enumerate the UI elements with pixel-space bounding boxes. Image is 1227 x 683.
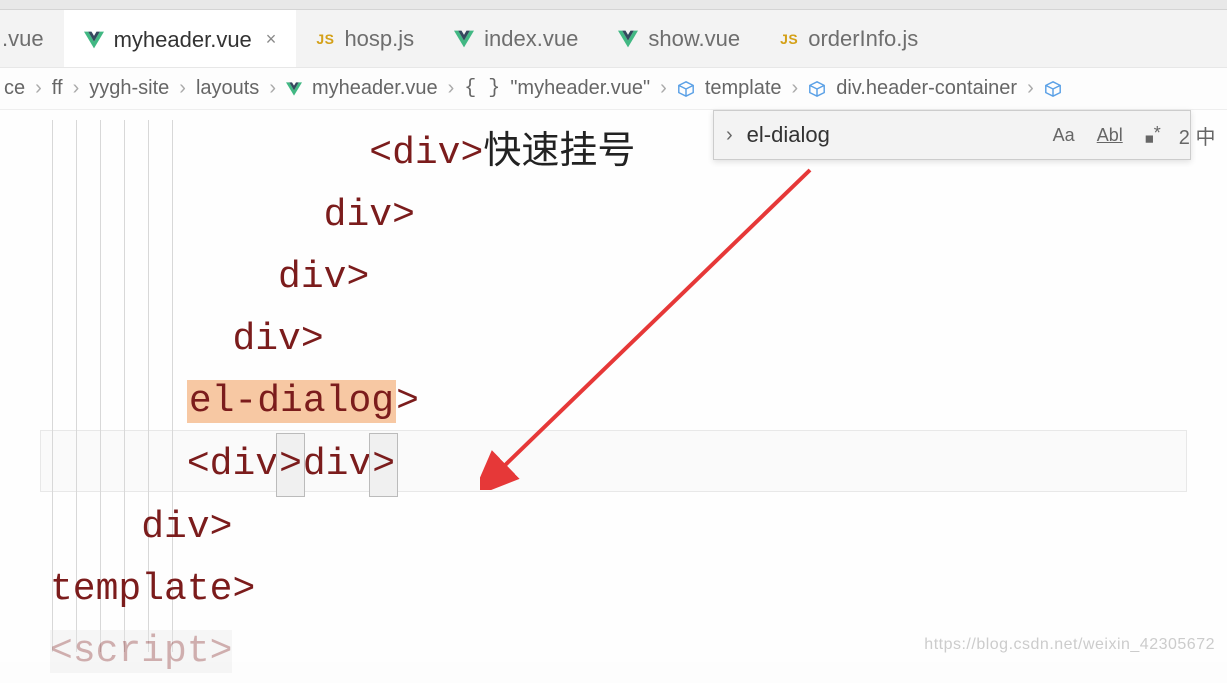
tab-orderinfo[interactable]: JS orderInfo.js — [760, 10, 938, 67]
chevron-right-icon: › — [73, 77, 80, 100]
code-line[interactable]: div> — [50, 497, 635, 559]
breadcrumb-item[interactable]: "myheader.vue" — [510, 77, 650, 100]
breadcrumb-item[interactable]: ce — [4, 77, 25, 100]
tab-label: index.vue — [484, 26, 578, 52]
breadcrumb-item[interactable]: template — [705, 77, 782, 100]
tab-vue-partial[interactable]: .vue — [0, 10, 64, 67]
chevron-right-icon: › — [35, 77, 42, 100]
match-word-button[interactable]: Abl — [1093, 123, 1127, 148]
code-line[interactable]: div> — [50, 185, 635, 247]
chevron-right-icon: › — [179, 77, 186, 100]
close-icon[interactable]: × — [266, 29, 277, 50]
chevron-right-icon: › — [792, 77, 799, 100]
find-results-count: 2 中 — [1179, 121, 1216, 150]
cube-icon — [677, 80, 695, 98]
tab-label: show.vue — [648, 26, 740, 52]
tab-label: myheader.vue — [114, 27, 252, 53]
code-line[interactable]: div> — [50, 309, 635, 371]
regex-button[interactable]: ■* — [1141, 121, 1165, 150]
cube-icon — [1044, 80, 1062, 98]
breadcrumb-item[interactable]: yygh-site — [89, 77, 169, 100]
vue-icon — [618, 30, 638, 48]
code-line[interactable]: <div>快速挂号 — [50, 120, 635, 185]
tab-label: .vue — [2, 26, 44, 52]
tab-myheader[interactable]: myheader.vue × — [64, 10, 297, 67]
vue-icon — [286, 82, 302, 96]
tab-hosp[interactable]: JS hosp.js — [296, 10, 434, 67]
breadcrumb-item[interactable]: ff — [52, 77, 63, 100]
code-content[interactable]: <div>快速挂号 div> div> div> el-dialog> <div… — [50, 120, 635, 683]
breadcrumb: ce › ff › yygh-site › layouts › myheader… — [0, 68, 1227, 110]
breadcrumb-item[interactable]: myheader.vue — [312, 77, 438, 100]
cube-icon — [808, 80, 826, 98]
watermark: https://blog.csdn.net/weixin_42305672 — [924, 636, 1215, 654]
code-line[interactable]: el-dialog> — [50, 371, 635, 433]
editor[interactable]: <div>快速挂号 div> div> div> el-dialog> <div… — [0, 110, 1227, 662]
code-line[interactable]: template> — [50, 559, 635, 621]
chevron-right-icon: › — [448, 77, 455, 100]
match-case-button[interactable]: Aa — [1049, 123, 1079, 148]
breadcrumb-item[interactable]: div.header-container — [836, 77, 1017, 100]
tab-index[interactable]: index.vue — [434, 10, 598, 67]
chevron-right-icon: › — [660, 77, 667, 100]
code-line[interactable]: div> — [50, 247, 635, 309]
title-bar — [0, 0, 1227, 10]
vue-icon — [454, 30, 474, 48]
tab-show[interactable]: show.vue — [598, 10, 760, 67]
chevron-right-icon: › — [269, 77, 276, 100]
find-input[interactable] — [747, 122, 1035, 148]
find-widget: › Aa Abl ■* 2 中 — [713, 110, 1191, 160]
brace-icon: { } — [464, 77, 500, 100]
chevron-right-icon: › — [1027, 77, 1034, 100]
tab-label: orderInfo.js — [808, 26, 918, 52]
tab-label: hosp.js — [344, 26, 414, 52]
js-icon: JS — [316, 31, 334, 47]
code-line[interactable]: <div>div> — [50, 433, 635, 497]
chevron-right-icon[interactable]: › — [726, 124, 733, 147]
tab-bar: .vue myheader.vue × JS hosp.js index.vue… — [0, 10, 1227, 68]
breadcrumb-item[interactable]: layouts — [196, 77, 259, 100]
code-line[interactable]: <script> — [50, 621, 635, 683]
vue-icon — [84, 31, 104, 49]
js-icon: JS — [780, 31, 798, 47]
